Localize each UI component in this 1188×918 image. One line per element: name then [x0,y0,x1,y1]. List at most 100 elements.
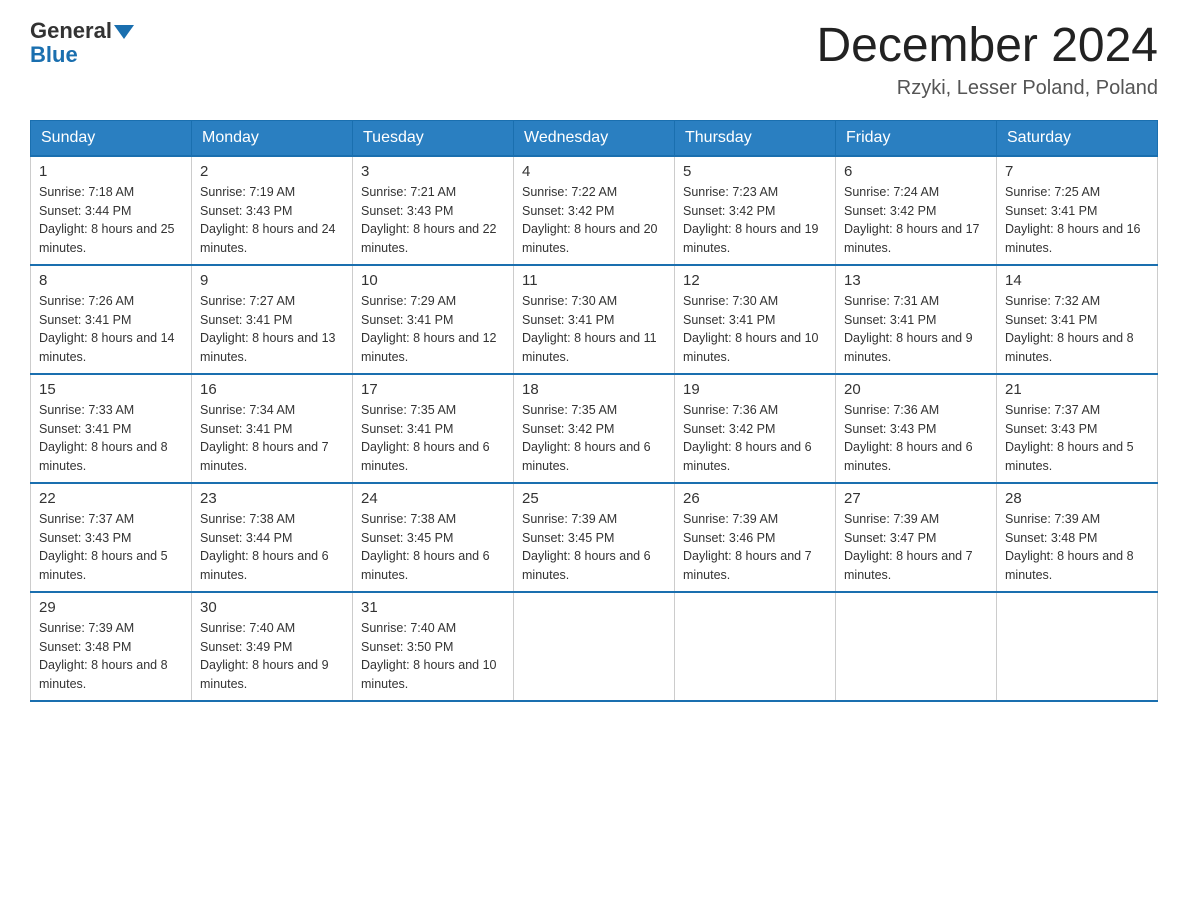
day-info: Sunrise: 7:36 AMSunset: 3:42 PMDaylight:… [683,401,827,476]
calendar-cell [514,592,675,701]
logo-blue: Blue [30,44,78,66]
calendar-cell: 23 Sunrise: 7:38 AMSunset: 3:44 PMDaylig… [192,483,353,592]
day-number: 23 [200,490,344,507]
calendar-cell: 5 Sunrise: 7:23 AMSunset: 3:42 PMDayligh… [675,156,836,265]
day-info: Sunrise: 7:37 AMSunset: 3:43 PMDaylight:… [39,510,183,585]
day-number: 2 [200,163,344,180]
day-number: 19 [683,381,827,398]
day-info: Sunrise: 7:29 AMSunset: 3:41 PMDaylight:… [361,292,505,367]
day-info: Sunrise: 7:36 AMSunset: 3:43 PMDaylight:… [844,401,988,476]
day-info: Sunrise: 7:26 AMSunset: 3:41 PMDaylight:… [39,292,183,367]
calendar-cell: 20 Sunrise: 7:36 AMSunset: 3:43 PMDaylig… [836,374,997,483]
day-info: Sunrise: 7:32 AMSunset: 3:41 PMDaylight:… [1005,292,1149,367]
day-number: 14 [1005,272,1149,289]
page-header: General Blue December 2024 Rzyki, Lesser… [30,20,1158,100]
day-info: Sunrise: 7:40 AMSunset: 3:50 PMDaylight:… [361,619,505,694]
calendar-cell: 3 Sunrise: 7:21 AMSunset: 3:43 PMDayligh… [353,156,514,265]
day-number: 4 [522,163,666,180]
calendar-cell: 16 Sunrise: 7:34 AMSunset: 3:41 PMDaylig… [192,374,353,483]
day-number: 30 [200,599,344,616]
day-number: 8 [39,272,183,289]
col-monday: Monday [192,120,353,156]
day-info: Sunrise: 7:31 AMSunset: 3:41 PMDaylight:… [844,292,988,367]
title-section: December 2024 Rzyki, Lesser Poland, Pola… [816,20,1158,100]
day-info: Sunrise: 7:35 AMSunset: 3:41 PMDaylight:… [361,401,505,476]
calendar-cell: 28 Sunrise: 7:39 AMSunset: 3:48 PMDaylig… [997,483,1158,592]
calendar-cell: 18 Sunrise: 7:35 AMSunset: 3:42 PMDaylig… [514,374,675,483]
calendar-cell: 19 Sunrise: 7:36 AMSunset: 3:42 PMDaylig… [675,374,836,483]
day-info: Sunrise: 7:33 AMSunset: 3:41 PMDaylight:… [39,401,183,476]
day-info: Sunrise: 7:39 AMSunset: 3:48 PMDaylight:… [1005,510,1149,585]
logo-triangle-icon [114,25,134,39]
week-row-3: 15 Sunrise: 7:33 AMSunset: 3:41 PMDaylig… [31,374,1158,483]
calendar-cell: 22 Sunrise: 7:37 AMSunset: 3:43 PMDaylig… [31,483,192,592]
calendar-cell [675,592,836,701]
calendar-cell: 11 Sunrise: 7:30 AMSunset: 3:41 PMDaylig… [514,265,675,374]
day-info: Sunrise: 7:35 AMSunset: 3:42 PMDaylight:… [522,401,666,476]
calendar-cell: 26 Sunrise: 7:39 AMSunset: 3:46 PMDaylig… [675,483,836,592]
calendar-cell: 2 Sunrise: 7:19 AMSunset: 3:43 PMDayligh… [192,156,353,265]
logo: General Blue [30,20,134,66]
day-info: Sunrise: 7:39 AMSunset: 3:47 PMDaylight:… [844,510,988,585]
day-number: 20 [844,381,988,398]
day-number: 12 [683,272,827,289]
day-number: 16 [200,381,344,398]
day-info: Sunrise: 7:40 AMSunset: 3:49 PMDaylight:… [200,619,344,694]
day-info: Sunrise: 7:18 AMSunset: 3:44 PMDaylight:… [39,183,183,258]
day-number: 9 [200,272,344,289]
day-number: 25 [522,490,666,507]
col-friday: Friday [836,120,997,156]
day-number: 11 [522,272,666,289]
day-info: Sunrise: 7:25 AMSunset: 3:41 PMDaylight:… [1005,183,1149,258]
day-info: Sunrise: 7:38 AMSunset: 3:44 PMDaylight:… [200,510,344,585]
calendar-cell: 15 Sunrise: 7:33 AMSunset: 3:41 PMDaylig… [31,374,192,483]
day-info: Sunrise: 7:30 AMSunset: 3:41 PMDaylight:… [522,292,666,367]
col-wednesday: Wednesday [514,120,675,156]
day-info: Sunrise: 7:39 AMSunset: 3:45 PMDaylight:… [522,510,666,585]
calendar-cell: 10 Sunrise: 7:29 AMSunset: 3:41 PMDaylig… [353,265,514,374]
calendar-cell [997,592,1158,701]
col-saturday: Saturday [997,120,1158,156]
calendar-cell: 24 Sunrise: 7:38 AMSunset: 3:45 PMDaylig… [353,483,514,592]
day-number: 29 [39,599,183,616]
calendar-cell: 4 Sunrise: 7:22 AMSunset: 3:42 PMDayligh… [514,156,675,265]
day-info: Sunrise: 7:37 AMSunset: 3:43 PMDaylight:… [1005,401,1149,476]
day-info: Sunrise: 7:34 AMSunset: 3:41 PMDaylight:… [200,401,344,476]
col-sunday: Sunday [31,120,192,156]
calendar-cell: 12 Sunrise: 7:30 AMSunset: 3:41 PMDaylig… [675,265,836,374]
day-info: Sunrise: 7:39 AMSunset: 3:48 PMDaylight:… [39,619,183,694]
day-number: 3 [361,163,505,180]
calendar-cell: 6 Sunrise: 7:24 AMSunset: 3:42 PMDayligh… [836,156,997,265]
week-row-4: 22 Sunrise: 7:37 AMSunset: 3:43 PMDaylig… [31,483,1158,592]
day-number: 24 [361,490,505,507]
day-number: 10 [361,272,505,289]
day-info: Sunrise: 7:21 AMSunset: 3:43 PMDaylight:… [361,183,505,258]
calendar-cell [836,592,997,701]
calendar-cell: 1 Sunrise: 7:18 AMSunset: 3:44 PMDayligh… [31,156,192,265]
day-number: 22 [39,490,183,507]
day-number: 7 [1005,163,1149,180]
day-info: Sunrise: 7:19 AMSunset: 3:43 PMDaylight:… [200,183,344,258]
calendar-cell: 7 Sunrise: 7:25 AMSunset: 3:41 PMDayligh… [997,156,1158,265]
day-number: 15 [39,381,183,398]
calendar-cell: 31 Sunrise: 7:40 AMSunset: 3:50 PMDaylig… [353,592,514,701]
day-number: 26 [683,490,827,507]
weekday-header-row: Sunday Monday Tuesday Wednesday Thursday… [31,120,1158,156]
day-number: 31 [361,599,505,616]
calendar-cell: 8 Sunrise: 7:26 AMSunset: 3:41 PMDayligh… [31,265,192,374]
week-row-1: 1 Sunrise: 7:18 AMSunset: 3:44 PMDayligh… [31,156,1158,265]
calendar-cell: 27 Sunrise: 7:39 AMSunset: 3:47 PMDaylig… [836,483,997,592]
day-number: 21 [1005,381,1149,398]
calendar-cell: 21 Sunrise: 7:37 AMSunset: 3:43 PMDaylig… [997,374,1158,483]
month-title: December 2024 [816,20,1158,73]
day-info: Sunrise: 7:30 AMSunset: 3:41 PMDaylight:… [683,292,827,367]
day-number: 17 [361,381,505,398]
day-number: 1 [39,163,183,180]
day-number: 27 [844,490,988,507]
logo-general: General [30,20,134,42]
day-info: Sunrise: 7:24 AMSunset: 3:42 PMDaylight:… [844,183,988,258]
day-info: Sunrise: 7:39 AMSunset: 3:46 PMDaylight:… [683,510,827,585]
calendar-cell: 13 Sunrise: 7:31 AMSunset: 3:41 PMDaylig… [836,265,997,374]
calendar-cell: 9 Sunrise: 7:27 AMSunset: 3:41 PMDayligh… [192,265,353,374]
calendar-cell: 17 Sunrise: 7:35 AMSunset: 3:41 PMDaylig… [353,374,514,483]
